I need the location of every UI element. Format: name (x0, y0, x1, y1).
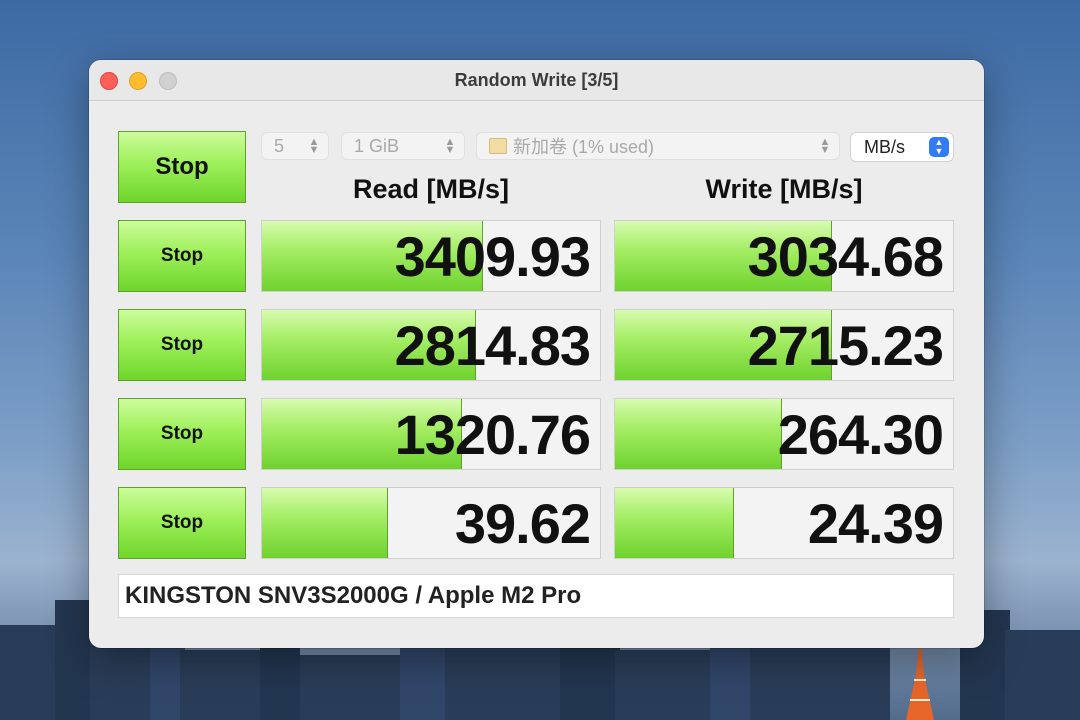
read-value: 2814.83 (394, 313, 591, 377)
write-result-cell: 2715.23 (614, 309, 954, 381)
stop-all-button[interactable]: Stop (118, 131, 246, 203)
read-value: 39.62 (454, 491, 591, 555)
size-value: 1 GiB (354, 135, 400, 156)
count-value: 5 (274, 135, 285, 156)
device-info-text: KINGSTON SNV3S2000G / Apple M2 Pro (125, 582, 582, 609)
window-title: Random Write [3/5] (454, 70, 619, 90)
chevron-updown-icon: ▲ ▼ (929, 137, 949, 157)
write-value: 2715.23 (747, 313, 944, 377)
write-value: 3034.68 (747, 224, 944, 288)
read-value: 3409.93 (394, 224, 591, 288)
chevron-updown-icon: ▲ ▼ (819, 136, 831, 156)
title-bar: Random Write [3/5] (89, 60, 984, 101)
read-result-cell: 2814.83 (261, 309, 601, 381)
read-result-cell: 1320.76 (261, 398, 601, 470)
read-result-cell: 39.62 (261, 487, 601, 559)
write-column-header: Write [MB/s] (705, 174, 863, 204)
row-stop-button[interactable]: Stop (118, 398, 246, 470)
row-stop-button[interactable]: Stop (118, 487, 246, 559)
write-value: 264.30 (777, 402, 944, 466)
read-result-cell: 3409.93 (261, 220, 601, 292)
chevron-updown-icon: ▲ ▼ (308, 136, 320, 156)
row-stop-button[interactable]: Stop (118, 309, 246, 381)
write-result-cell: 264.30 (614, 398, 954, 470)
row-stop-button[interactable]: Stop (118, 220, 246, 292)
benchmark-window: Random Write [3/5] Stop 5 ▲ ▼ 1 GiB ▲ ▼ 新加… (89, 60, 984, 648)
size-select[interactable]: 1 GiB ▲ ▼ (341, 132, 465, 160)
volume-value: 新加卷 (1% used) (513, 137, 655, 157)
write-progress-bar (615, 488, 735, 558)
volume-select[interactable]: 新加卷 (1% used) ▲ ▼ (476, 132, 840, 160)
device-info-field[interactable]: KINGSTON SNV3S2000G / Apple M2 Pro (118, 574, 954, 618)
write-progress-bar (615, 399, 782, 469)
drive-icon (489, 138, 507, 154)
read-column-header: Read [MB/s] (352, 174, 509, 204)
write-value: 24.39 (807, 491, 944, 555)
unit-value: MB/s (864, 136, 906, 157)
unit-select[interactable]: MB/s ▲ ▼ (850, 132, 954, 162)
write-result-cell: 3034.68 (614, 220, 954, 292)
read-value: 1320.76 (394, 402, 591, 466)
count-select[interactable]: 5 ▲ ▼ (261, 132, 329, 160)
read-progress-bar (262, 488, 389, 558)
write-result-cell: 24.39 (614, 487, 954, 559)
chevron-updown-icon: ▲ ▼ (444, 136, 456, 156)
